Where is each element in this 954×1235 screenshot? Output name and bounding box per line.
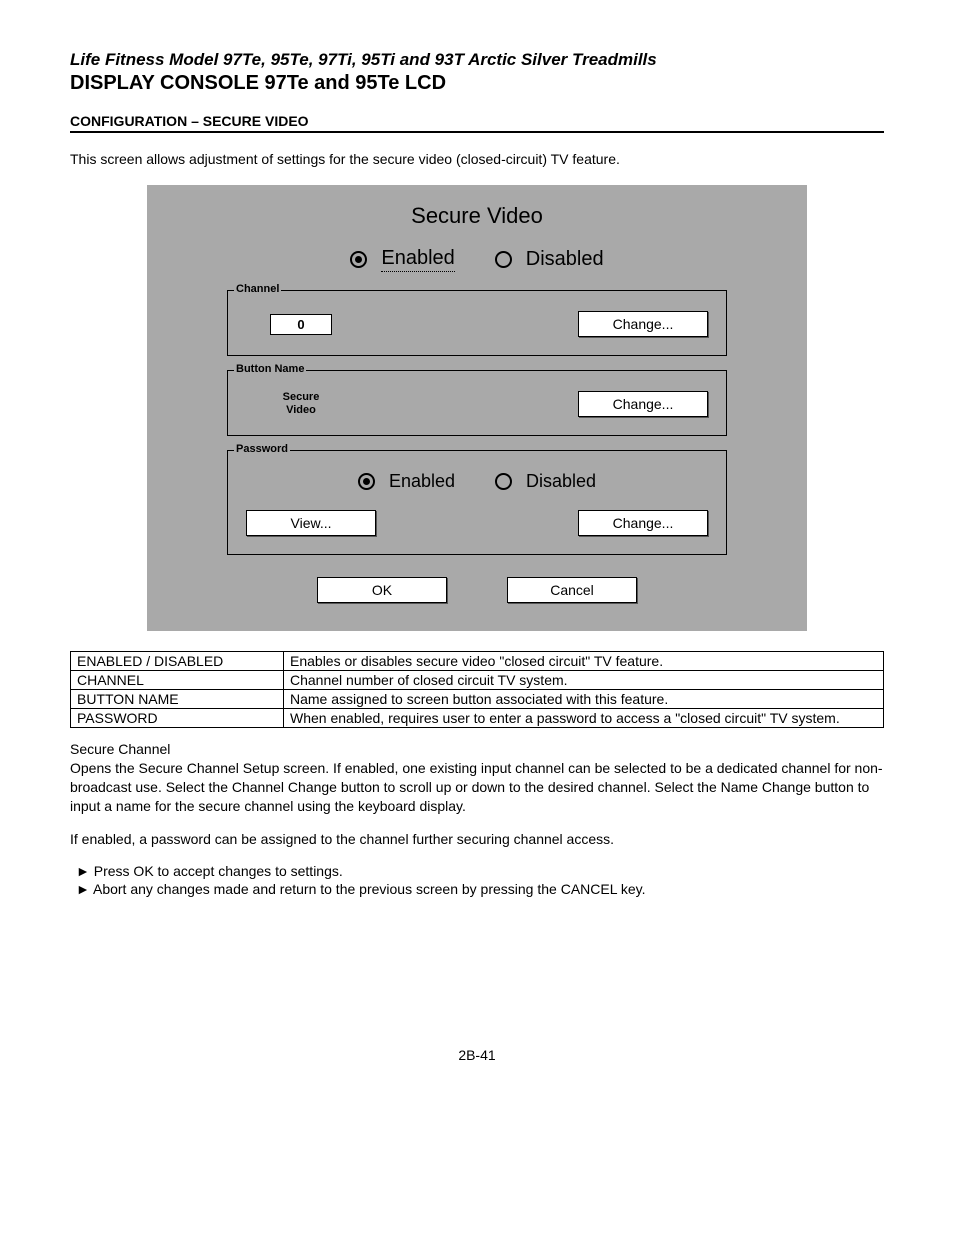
- button-name-value: Secure Video: [256, 391, 346, 417]
- secure-video-dialog: Secure Video Enabled Disabled Channel 0 …: [147, 185, 807, 631]
- secure-channel-p1: Opens the Secure Channel Setup screen. I…: [70, 759, 884, 816]
- secure-channel-block: Secure Channel Opens the Secure Channel …: [70, 740, 884, 816]
- secure-channel-p2: If enabled, a password can be assigned t…: [70, 830, 884, 849]
- radio-icon: [495, 251, 512, 268]
- header-model-line: Life Fitness Model 97Te, 95Te, 97Ti, 95T…: [70, 50, 884, 70]
- radio-enabled-label: Enabled: [381, 247, 454, 272]
- ok-button[interactable]: OK: [317, 577, 447, 603]
- channel-value: 0: [270, 314, 332, 335]
- bullet-item: Abort any changes made and return to the…: [70, 881, 884, 897]
- intro-text: This screen allows adjustment of setting…: [70, 151, 884, 167]
- password-radio-enabled[interactable]: Enabled: [358, 471, 455, 492]
- button-name-group: Button Name Secure Video Change...: [227, 370, 727, 436]
- channel-group: Channel 0 Change...: [227, 290, 727, 356]
- radio-icon: [350, 251, 367, 268]
- secure-channel-heading: Secure Channel: [70, 740, 884, 759]
- button-name-change-button[interactable]: Change...: [578, 391, 708, 417]
- description-table: ENABLED / DISABLED Enables or disables s…: [70, 651, 884, 728]
- secure-video-radio-group: Enabled Disabled: [207, 247, 747, 272]
- table-val: Name assigned to screen button associate…: [284, 690, 884, 709]
- password-group: Password Enabled Disabled View... Change…: [227, 450, 727, 555]
- radio-disabled-label: Disabled: [526, 248, 604, 271]
- password-radio-disabled[interactable]: Disabled: [495, 471, 596, 492]
- password-enabled-label: Enabled: [389, 471, 455, 492]
- password-disabled-label: Disabled: [526, 471, 596, 492]
- table-row: PASSWORD When enabled, requires user to …: [71, 709, 884, 728]
- channel-change-button[interactable]: Change...: [578, 311, 708, 337]
- table-row: CHANNEL Channel number of closed circuit…: [71, 671, 884, 690]
- header-title: DISPLAY CONSOLE 97Te and 95Te LCD: [70, 72, 884, 95]
- channel-legend: Channel: [234, 283, 281, 295]
- table-key: PASSWORD: [71, 709, 284, 728]
- table-key: ENABLED / DISABLED: [71, 652, 284, 671]
- dialog-bottom-buttons: OK Cancel: [227, 577, 727, 603]
- cancel-button[interactable]: Cancel: [507, 577, 637, 603]
- password-legend: Password: [234, 443, 290, 455]
- bullet-list: Press OK to accept changes to settings. …: [70, 863, 884, 897]
- button-name-legend: Button Name: [234, 363, 306, 375]
- table-row: ENABLED / DISABLED Enables or disables s…: [71, 652, 884, 671]
- table-key: CHANNEL: [71, 671, 284, 690]
- password-view-button[interactable]: View...: [246, 510, 376, 536]
- radio-enabled[interactable]: Enabled: [350, 247, 454, 272]
- table-val: When enabled, requires user to enter a p…: [284, 709, 884, 728]
- password-radio-group: Enabled Disabled: [246, 471, 708, 492]
- table-row: BUTTON NAME Name assigned to screen butt…: [71, 690, 884, 709]
- radio-disabled[interactable]: Disabled: [495, 247, 604, 272]
- bullet-item: Press OK to accept changes to settings.: [70, 863, 884, 879]
- dialog-title: Secure Video: [207, 203, 747, 229]
- password-change-button[interactable]: Change...: [578, 510, 708, 536]
- table-val: Channel number of closed circuit TV syst…: [284, 671, 884, 690]
- table-key: BUTTON NAME: [71, 690, 284, 709]
- radio-icon: [495, 473, 512, 490]
- dialog-container: Secure Video Enabled Disabled Channel 0 …: [70, 185, 884, 631]
- table-val: Enables or disables secure video "closed…: [284, 652, 884, 671]
- page-number: 2B-41: [70, 1047, 884, 1063]
- radio-icon: [358, 473, 375, 490]
- section-heading: CONFIGURATION – SECURE VIDEO: [70, 113, 884, 133]
